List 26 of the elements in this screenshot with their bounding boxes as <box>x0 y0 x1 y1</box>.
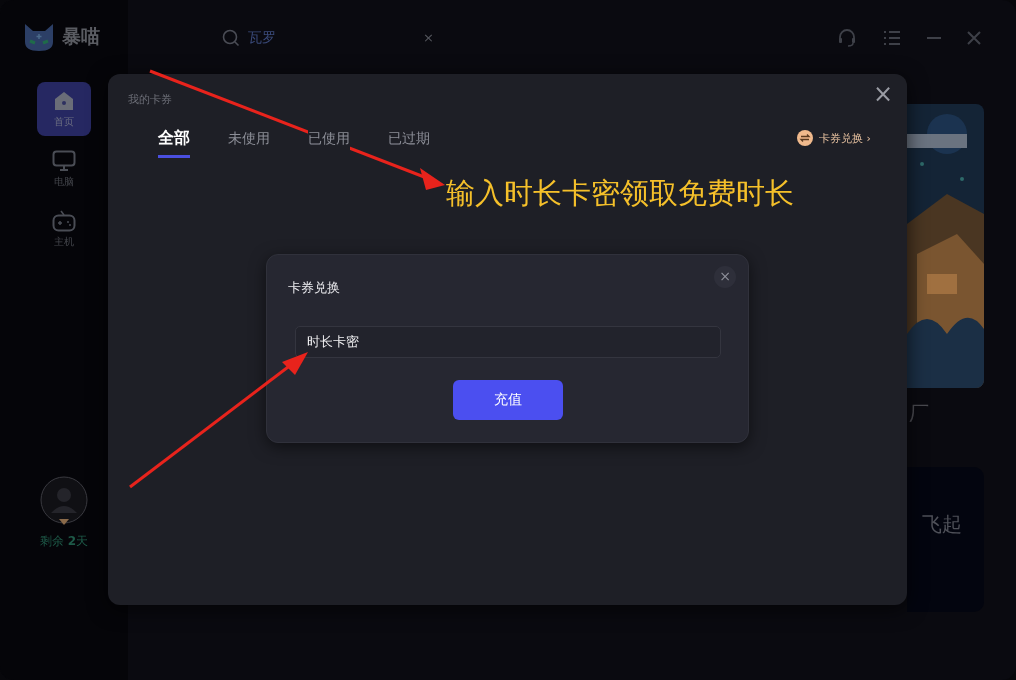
search-field[interactable]: 瓦罗 × <box>222 28 434 47</box>
tab[interactable]: 全部 <box>158 128 190 158</box>
sidebar-item[interactable]: 首页 <box>37 82 91 136</box>
home-icon <box>53 89 75 112</box>
swap-icon <box>797 130 814 146</box>
annotation-text: 输入时长卡密领取免费时长 <box>446 175 794 212</box>
minimize-icon[interactable] <box>927 35 941 40</box>
close-icon[interactable] <box>967 30 981 45</box>
recharge-button[interactable]: 充值 <box>453 380 563 420</box>
close-button[interactable]: × <box>872 80 893 108</box>
menu-icon[interactable] <box>883 29 901 46</box>
clear-button[interactable]: × <box>423 30 434 45</box>
redeem-link[interactable]: 卡券兑换 › <box>819 130 871 146</box>
gamepad-icon <box>52 209 76 232</box>
card-title-text: 厂 <box>908 400 930 427</box>
app-logo-text: 暴喵 <box>62 24 100 49</box>
monitor-icon <box>52 149 76 172</box>
close-button[interactable]: × <box>714 266 736 288</box>
input-field[interactable]: 时长卡密 <box>295 326 721 358</box>
modal-title: 我的卡券 <box>128 92 172 107</box>
cat-logo-icon <box>22 22 56 52</box>
dialog-title: 卡券兑换 <box>288 279 340 297</box>
search-icon <box>222 28 240 47</box>
headset-icon[interactable] <box>837 27 857 48</box>
card-title-text: 飞起 <box>922 511 962 538</box>
remaining-days-text: 剩余 2天 <box>39 533 89 550</box>
